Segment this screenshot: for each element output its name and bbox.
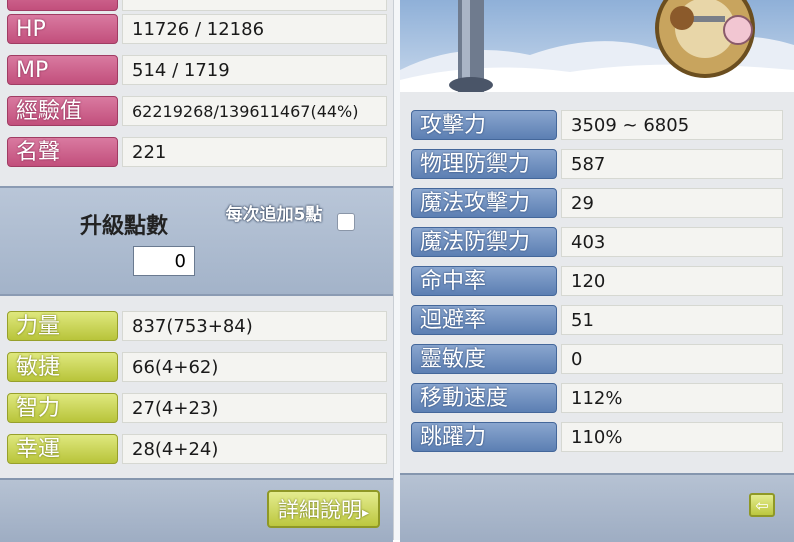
hp-row: HP 11726 / 12186	[7, 11, 387, 45]
magic-atk-row: 魔法攻擊力 29	[411, 185, 783, 219]
ability-point-title: 升級點數	[80, 214, 169, 239]
hands-value: 0	[561, 344, 783, 374]
accuracy-value: 120	[561, 266, 783, 296]
partial-label	[7, 0, 118, 11]
str-row: 力量 837(753+84)	[7, 308, 387, 342]
mp-row: MP 514 / 1719	[7, 52, 387, 86]
jump-value: 110%	[561, 422, 783, 452]
mp-value: 514 / 1719	[122, 55, 387, 85]
fame-row: 名聲 221	[7, 134, 387, 168]
avoid-value: 51	[561, 305, 783, 335]
phys-def-row: 物理防禦力 587	[411, 146, 783, 180]
str-label: 力量	[7, 311, 118, 341]
magic-atk-value: 29	[561, 188, 783, 218]
int-value: 27(4+23)	[122, 393, 387, 423]
fame-value: 221	[122, 137, 387, 167]
auto-assign-checkbox[interactable]	[337, 213, 355, 231]
right-bottom-bar	[400, 473, 794, 542]
int-label: 智力	[7, 393, 118, 423]
back-arrow-icon: ⇦	[755, 496, 769, 515]
exp-value: 62219268/139611467(44%)	[122, 96, 387, 126]
dex-row: 敏捷 66(4+62)	[7, 349, 387, 383]
attack-row: 攻擊力 3509 ~ 6805	[411, 107, 783, 141]
phys-def-label: 物理防禦力	[411, 149, 557, 179]
magic-def-value: 403	[561, 227, 783, 257]
attack-value: 3509 ~ 6805	[561, 110, 783, 140]
dex-label: 敏捷	[7, 352, 118, 382]
magic-atk-label: 魔法攻擊力	[411, 188, 557, 218]
phys-def-value: 587	[561, 149, 783, 179]
exp-row: 經驗值 62219268/139611467(44%)	[7, 93, 387, 127]
accuracy-row: 命中率 120	[411, 263, 783, 297]
hands-row: 靈敏度 0	[411, 341, 783, 375]
attack-label: 攻擊力	[411, 110, 557, 140]
accuracy-label: 命中率	[411, 266, 557, 296]
detail-button[interactable]: 詳細說明▸	[267, 490, 380, 528]
jump-label: 跳躍力	[411, 422, 557, 452]
partial-value	[122, 0, 387, 11]
chevron-right-icon: ▸	[361, 505, 370, 521]
ability-point-section: 升級點數 0	[0, 186, 393, 296]
scene-illustration	[400, 0, 794, 92]
avoid-label: 迴避率	[411, 305, 557, 335]
hp-value: 11726 / 12186	[122, 14, 387, 44]
avoid-row: 迴避率 51	[411, 302, 783, 336]
ability-point-value: 0	[133, 246, 195, 276]
exp-label: 經驗值	[7, 96, 118, 126]
speed-value: 112%	[561, 383, 783, 413]
luk-value: 28(4+24)	[122, 434, 387, 464]
fame-label: 名聲	[7, 137, 118, 167]
hp-label: HP	[7, 14, 118, 44]
mp-label: MP	[7, 55, 118, 85]
jump-row: 跳躍力 110%	[411, 419, 783, 453]
back-button[interactable]: ⇦	[749, 493, 775, 517]
luk-label: 幸運	[7, 434, 118, 464]
luk-row: 幸運 28(4+24)	[7, 431, 387, 465]
int-row: 智力 27(4+23)	[7, 390, 387, 424]
speed-label: 移動速度	[411, 383, 557, 413]
str-value: 837(753+84)	[122, 311, 387, 341]
dex-value: 66(4+62)	[122, 352, 387, 382]
game-scene-art	[400, 0, 794, 92]
detail-button-label: 詳細說明	[277, 498, 362, 522]
auto-assign-hint: 每次追加5點	[225, 205, 323, 225]
hands-label: 靈敏度	[411, 344, 557, 374]
magic-def-label: 魔法防禦力	[411, 227, 557, 257]
magic-def-row: 魔法防禦力 403	[411, 224, 783, 258]
speed-row: 移動速度 112%	[411, 380, 783, 414]
